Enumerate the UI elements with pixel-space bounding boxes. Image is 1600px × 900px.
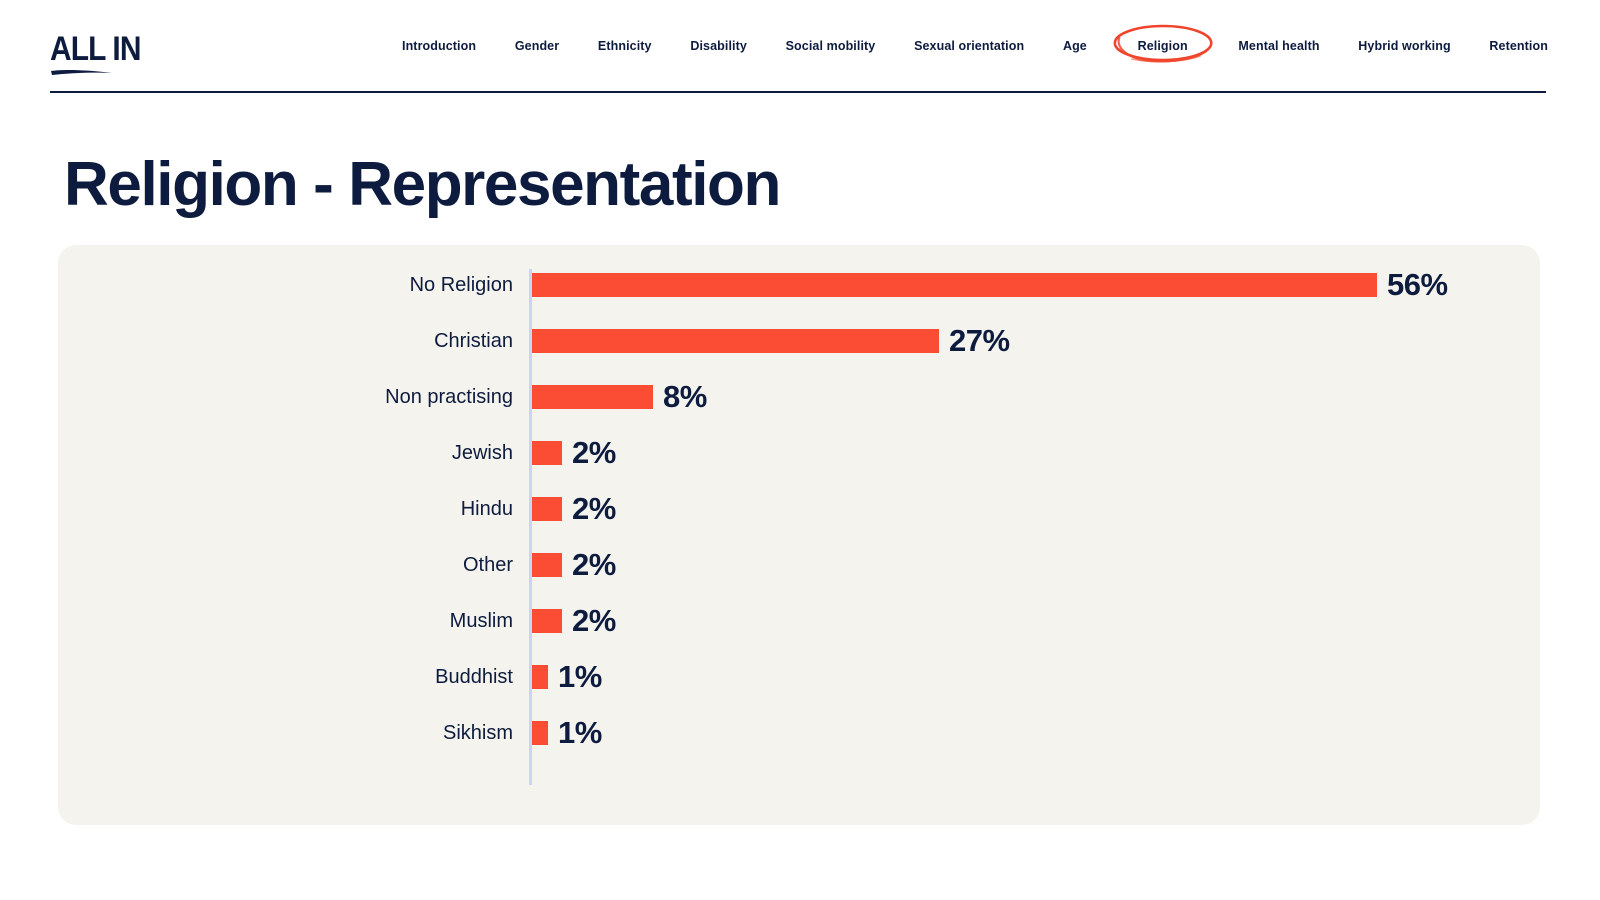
chart-bar [532, 609, 562, 633]
chart-row: Non practising 8% [58, 369, 1540, 425]
chart-value-label: 1% [558, 651, 602, 703]
main-navigation[interactable]: Introduction Gender Ethnicity Disability… [400, 0, 1550, 92]
chart-bar [532, 441, 562, 465]
underline-swoosh-icon [50, 67, 114, 77]
chart-row: Sikhism 1% [58, 705, 1540, 761]
chart-row: Muslim 2% [58, 593, 1540, 649]
chart-category-label: Other [58, 537, 513, 593]
chart-row: Christian 27% [58, 313, 1540, 369]
chart-bar [532, 497, 562, 521]
chart-bar [532, 273, 1377, 297]
nav-item-religion[interactable]: Religion [1124, 35, 1202, 57]
logo[interactable]: ALL IN [50, 29, 250, 79]
chart-value-label: 2% [572, 427, 616, 479]
nav-item-label: Age [1063, 39, 1087, 53]
chart-value-label: 1% [558, 707, 602, 759]
chart-value-label: 2% [572, 595, 616, 647]
bar-chart: No Religion56%Christian27%Non practising… [58, 245, 1540, 825]
chart-row: Other 2% [58, 537, 1540, 593]
chart-bar [532, 721, 548, 745]
chart-category-label: Muslim [58, 593, 513, 649]
nav-item-hybrid-working[interactable]: Hybrid working [1356, 35, 1452, 57]
chart-row: No Religion 56% [58, 257, 1540, 313]
chart-category-label: Non practising [58, 369, 513, 425]
chart-card: No Religion56%Christian27%Non practising… [58, 245, 1540, 825]
nav-item-social-mobility[interactable]: Social mobility [784, 35, 878, 57]
chart-value-label: 27% [949, 315, 1010, 367]
nav-item-label: Retention [1489, 39, 1548, 53]
chart-bar [532, 329, 939, 353]
logo-text: ALL IN [50, 29, 226, 69]
nav-item-label: Religion [1138, 39, 1188, 53]
nav-item-ethnicity[interactable]: Ethnicity [596, 35, 654, 57]
chart-row: Buddhist 1% [58, 649, 1540, 705]
nav-item-retention[interactable]: Retention [1487, 35, 1550, 57]
chart-category-label: Sikhism [58, 705, 513, 761]
chart-value-label: 2% [572, 483, 616, 535]
nav-item-label: Hybrid working [1358, 39, 1450, 53]
chart-row: Hindu 2% [58, 481, 1540, 537]
chart-bar [532, 665, 548, 689]
chart-bar [532, 385, 653, 409]
nav-item-label: Social mobility [786, 39, 876, 53]
chart-category-label: No Religion [58, 257, 513, 313]
nav-item-introduction[interactable]: Introduction [400, 35, 478, 57]
chart-category-label: Jewish [58, 425, 513, 481]
nav-item-label: Sexual orientation [914, 39, 1024, 53]
nav-item-sexual-orientation[interactable]: Sexual orientation [912, 35, 1026, 57]
nav-item-label: Mental health [1238, 39, 1319, 53]
chart-value-label: 8% [663, 371, 707, 423]
nav-item-label: Ethnicity [598, 39, 652, 53]
chart-category-label: Hindu [58, 481, 513, 537]
chart-category-label: Buddhist [58, 649, 513, 705]
nav-item-label: Gender [515, 39, 559, 53]
page-title: Religion - Representation [64, 148, 780, 222]
nav-item-disability[interactable]: Disability [688, 35, 749, 57]
nav-item-age[interactable]: Age [1061, 35, 1089, 57]
nav-item-mental-health[interactable]: Mental health [1236, 35, 1321, 57]
header-divider [50, 91, 1546, 93]
nav-item-label: Disability [690, 39, 747, 53]
chart-value-label: 56% [1387, 259, 1448, 311]
nav-item-label: Introduction [402, 39, 476, 53]
chart-row: Jewish 2% [58, 425, 1540, 481]
nav-item-gender[interactable]: Gender [513, 35, 561, 57]
chart-category-label: Christian [58, 313, 513, 369]
chart-bar [532, 553, 562, 577]
site-header: ALL IN Introduction Gender Ethnicity Dis… [0, 0, 1600, 92]
chart-value-label: 2% [572, 539, 616, 591]
